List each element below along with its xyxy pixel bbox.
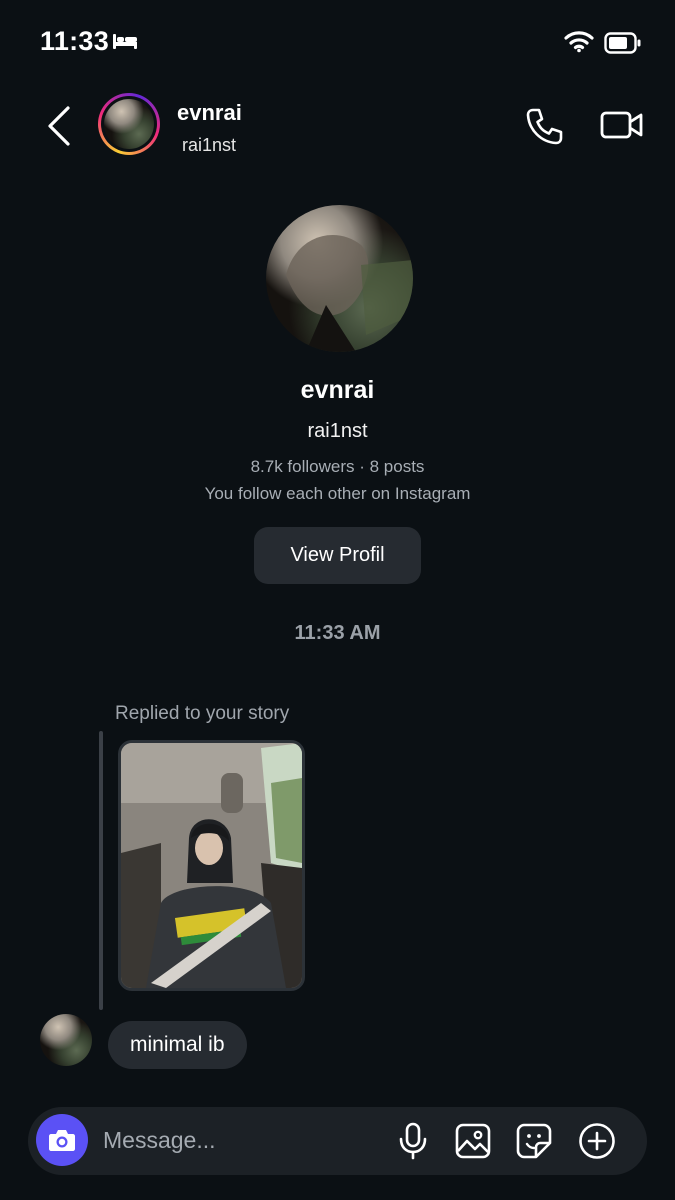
- wifi-icon: [564, 29, 594, 58]
- message-text: minimal ib: [130, 1033, 225, 1056]
- profile-avatar[interactable]: [266, 205, 413, 352]
- profile-stats: 8.7k followers · 8 posts: [250, 457, 425, 476]
- sender-avatar[interactable]: [40, 1014, 92, 1066]
- story-reply-label: Replied to your story: [115, 703, 290, 724]
- message-bubble[interactable]: minimal ib: [108, 1021, 247, 1069]
- header-username[interactable]: rai1nst: [182, 135, 236, 156]
- mutual-follow-note: You follow each other on Instagram: [204, 484, 471, 503]
- avatar-photo: [104, 99, 154, 149]
- video-camera-icon[interactable]: [600, 110, 644, 145]
- profile-username: rai1nst: [307, 420, 368, 442]
- back-chevron-icon[interactable]: [44, 104, 72, 153]
- camera-button[interactable]: [36, 1114, 88, 1166]
- header-display-name[interactable]: evnrai: [177, 100, 242, 126]
- header-avatar[interactable]: [98, 93, 160, 155]
- microphone-icon[interactable]: [398, 1122, 428, 1165]
- bed-icon: [112, 32, 138, 55]
- message-timestamp: 11:33 AM: [294, 622, 381, 644]
- plus-circle-icon[interactable]: [578, 1122, 616, 1165]
- reply-indicator-bar: [99, 731, 103, 1010]
- message-input[interactable]: [103, 1120, 373, 1160]
- camera-icon: [49, 1130, 75, 1151]
- gallery-icon[interactable]: [455, 1123, 491, 1164]
- view-profile-button[interactable]: View Profil: [254, 527, 421, 584]
- sticker-icon[interactable]: [516, 1123, 552, 1164]
- phone-icon[interactable]: [524, 106, 564, 151]
- story-thumbnail[interactable]: [118, 740, 305, 991]
- profile-display-name: evnrai: [300, 376, 375, 404]
- status-time: 11:33: [40, 26, 110, 56]
- battery-icon: [604, 32, 642, 59]
